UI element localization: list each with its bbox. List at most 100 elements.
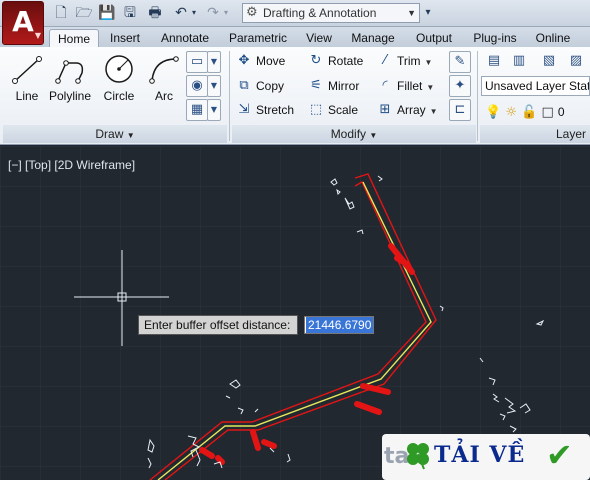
workspace-selector[interactable]: ⚙ Drafting & Annotation ▼ [242,3,420,23]
chevron-down-icon: ▼ [407,8,416,18]
scale-icon: ⬚ [309,102,323,117]
tab-insert[interactable]: Insert [104,29,146,47]
redo-icon[interactable]: ↷ [204,4,222,22]
line-icon [12,56,42,84]
workspace-label: Drafting & Annotation [263,6,377,20]
tab-home[interactable]: Home [49,29,99,47]
move-label: Move [256,54,286,68]
move-button[interactable]: ✥ Move [236,51,286,71]
copy-icon: ⧉ [239,78,249,93]
drawing-svg [0,146,590,480]
stretch-label: Stretch [256,103,295,117]
panel-divider [229,51,230,141]
title-bar: A ▼ 🗋 🗁 💾 🖫 🖶 ↶ ▾ ↷ ▾ ⚙ Drafting & Annot… [0,0,590,45]
chevron-down-icon[interactable]: ▼ [207,75,221,97]
draw-panel-title[interactable]: Draw ▼ [3,125,227,143]
scale-button[interactable]: ⬚ Scale [308,100,358,120]
array-button[interactable]: ⊞ Array ▼ [377,100,438,120]
rectangle-icon[interactable]: ▭ [186,51,208,73]
chevron-down-icon: ▼ [426,83,435,92]
ellipse-icon[interactable]: ◉ [186,75,208,97]
mirror-label: Mirror [328,79,360,93]
chevron-down-icon: ▼ [126,131,135,140]
watermark-text: TẢI VỀ [434,442,526,468]
arc-tool-button[interactable]: Arc [141,51,187,107]
circle-label: Circle [103,89,135,103]
hatch-icon[interactable]: ▦ [186,99,208,121]
chevron-down-icon: ▼ [34,31,41,40]
undo-dropdown-icon[interactable]: ▾ [189,4,199,22]
trim-button[interactable]: ⁄ Trim ▼ [377,51,433,71]
current-layer-name: 0 [557,105,565,119]
array-icon: ⊞ [379,102,391,117]
lock-icon: 🔓 [521,105,538,120]
polyline-label: Polyline [48,89,92,103]
save-as-icon[interactable]: 🖫 [121,4,139,22]
fillet-button[interactable]: ◜ Fillet ▼ [377,76,434,96]
drawing-canvas[interactable]: [−] [Top] [2D Wireframe] Enter buffer of… [0,146,590,480]
mirror-button[interactable]: ⚟ Mirror [308,76,359,96]
offset-distance-input[interactable]: 21446.6790 [304,316,374,334]
sun-icon: ☼ [505,105,517,120]
layer-properties-icon[interactable]: ▤ [483,51,505,73]
layer-dropdown[interactable]: 💡 ☼ 🔓 □ 0 [485,102,565,122]
grid-background [0,146,590,480]
tab-output[interactable]: Output [408,29,460,47]
checkmark-icon: ✔ [546,436,573,474]
ribbon-tabs: Home Insert Annotate Parametric View Man… [0,27,590,47]
copy-button[interactable]: ⧉ Copy [236,76,284,96]
tab-plug-ins[interactable]: Plug-ins [468,29,522,47]
tab-annotate[interactable]: Annotate [155,29,215,47]
gear-icon: ⚙ [246,5,258,20]
rotate-label: Rotate [328,54,364,68]
viewport-controls[interactable]: [−] [Top] [2D Wireframe] [8,158,135,172]
customize-quick-access-icon[interactable]: ▾ [422,4,434,22]
tab-online[interactable]: Online [530,29,576,47]
offset-distance-value: 21446.6790 [306,317,374,333]
stretch-icon: ⇲ [238,102,250,117]
layer-state-icon[interactable]: ▨ [565,51,587,73]
modify-panel-label: Modify [330,127,367,141]
chevron-down-icon: ▼ [424,58,433,67]
autocad-logo: A [12,5,34,38]
new-icon[interactable]: 🗋 [52,4,70,22]
panel-divider [477,51,478,141]
tab-manage[interactable]: Manage [345,29,401,47]
dynamic-input-prompt: Enter buffer offset distance: [138,315,298,335]
tab-view[interactable]: View [300,29,338,47]
offset-icon[interactable]: ⊏ [449,99,471,121]
chevron-down-icon[interactable]: ▼ [207,51,221,73]
plot-icon[interactable]: 🖶 [146,4,164,22]
tab-parametric[interactable]: Parametric [223,29,293,47]
erase-icon[interactable]: ✎ [449,51,471,73]
clover-icon [407,443,429,470]
layer-isolate-icon[interactable]: ▥ [508,51,530,73]
undo-icon[interactable]: ↶ [172,4,190,22]
explode-icon[interactable]: ✦ [449,75,471,97]
redo-dropdown-icon[interactable]: ▾ [221,4,231,22]
line-tool-button[interactable]: Line [4,51,50,107]
chevron-down-icon[interactable]: ▼ [207,99,221,121]
modify-panel-title[interactable]: Modify ▼ [232,125,476,143]
trim-icon: ⁄ [383,53,387,68]
circle-tool-button[interactable]: Circle [96,51,142,107]
line-label: Line [15,89,39,103]
fillet-icon: ◜ [382,78,388,93]
ribbon-panel: Line Polyline Circle Arc ▭ ▼ ◉ ▼ ▦ ▼ Dra… [0,47,590,145]
trim-label: Trim [397,54,421,68]
save-icon[interactable]: 💾 [98,4,116,22]
chevron-down-icon: ▼ [429,107,438,116]
application-menu-button[interactable]: A ▼ [2,1,44,45]
polyline-tool-button[interactable]: Polyline [46,51,94,107]
stretch-button[interactable]: ⇲ Stretch [236,100,294,120]
open-icon[interactable]: 🗁 [75,4,93,22]
rotate-button[interactable]: ↻ Rotate [308,51,364,71]
layer-state-dropdown[interactable]: Unsaved Layer State [481,76,590,96]
circle-icon [105,55,133,83]
move-icon: ✥ [238,53,250,68]
layer-freeze-icon[interactable]: ▧ [538,51,560,73]
mirror-icon: ⚟ [310,78,322,93]
layers-panel-title[interactable]: Layer [480,125,590,143]
chevron-down-icon: ▼ [369,131,378,140]
array-label: Array [397,103,426,117]
